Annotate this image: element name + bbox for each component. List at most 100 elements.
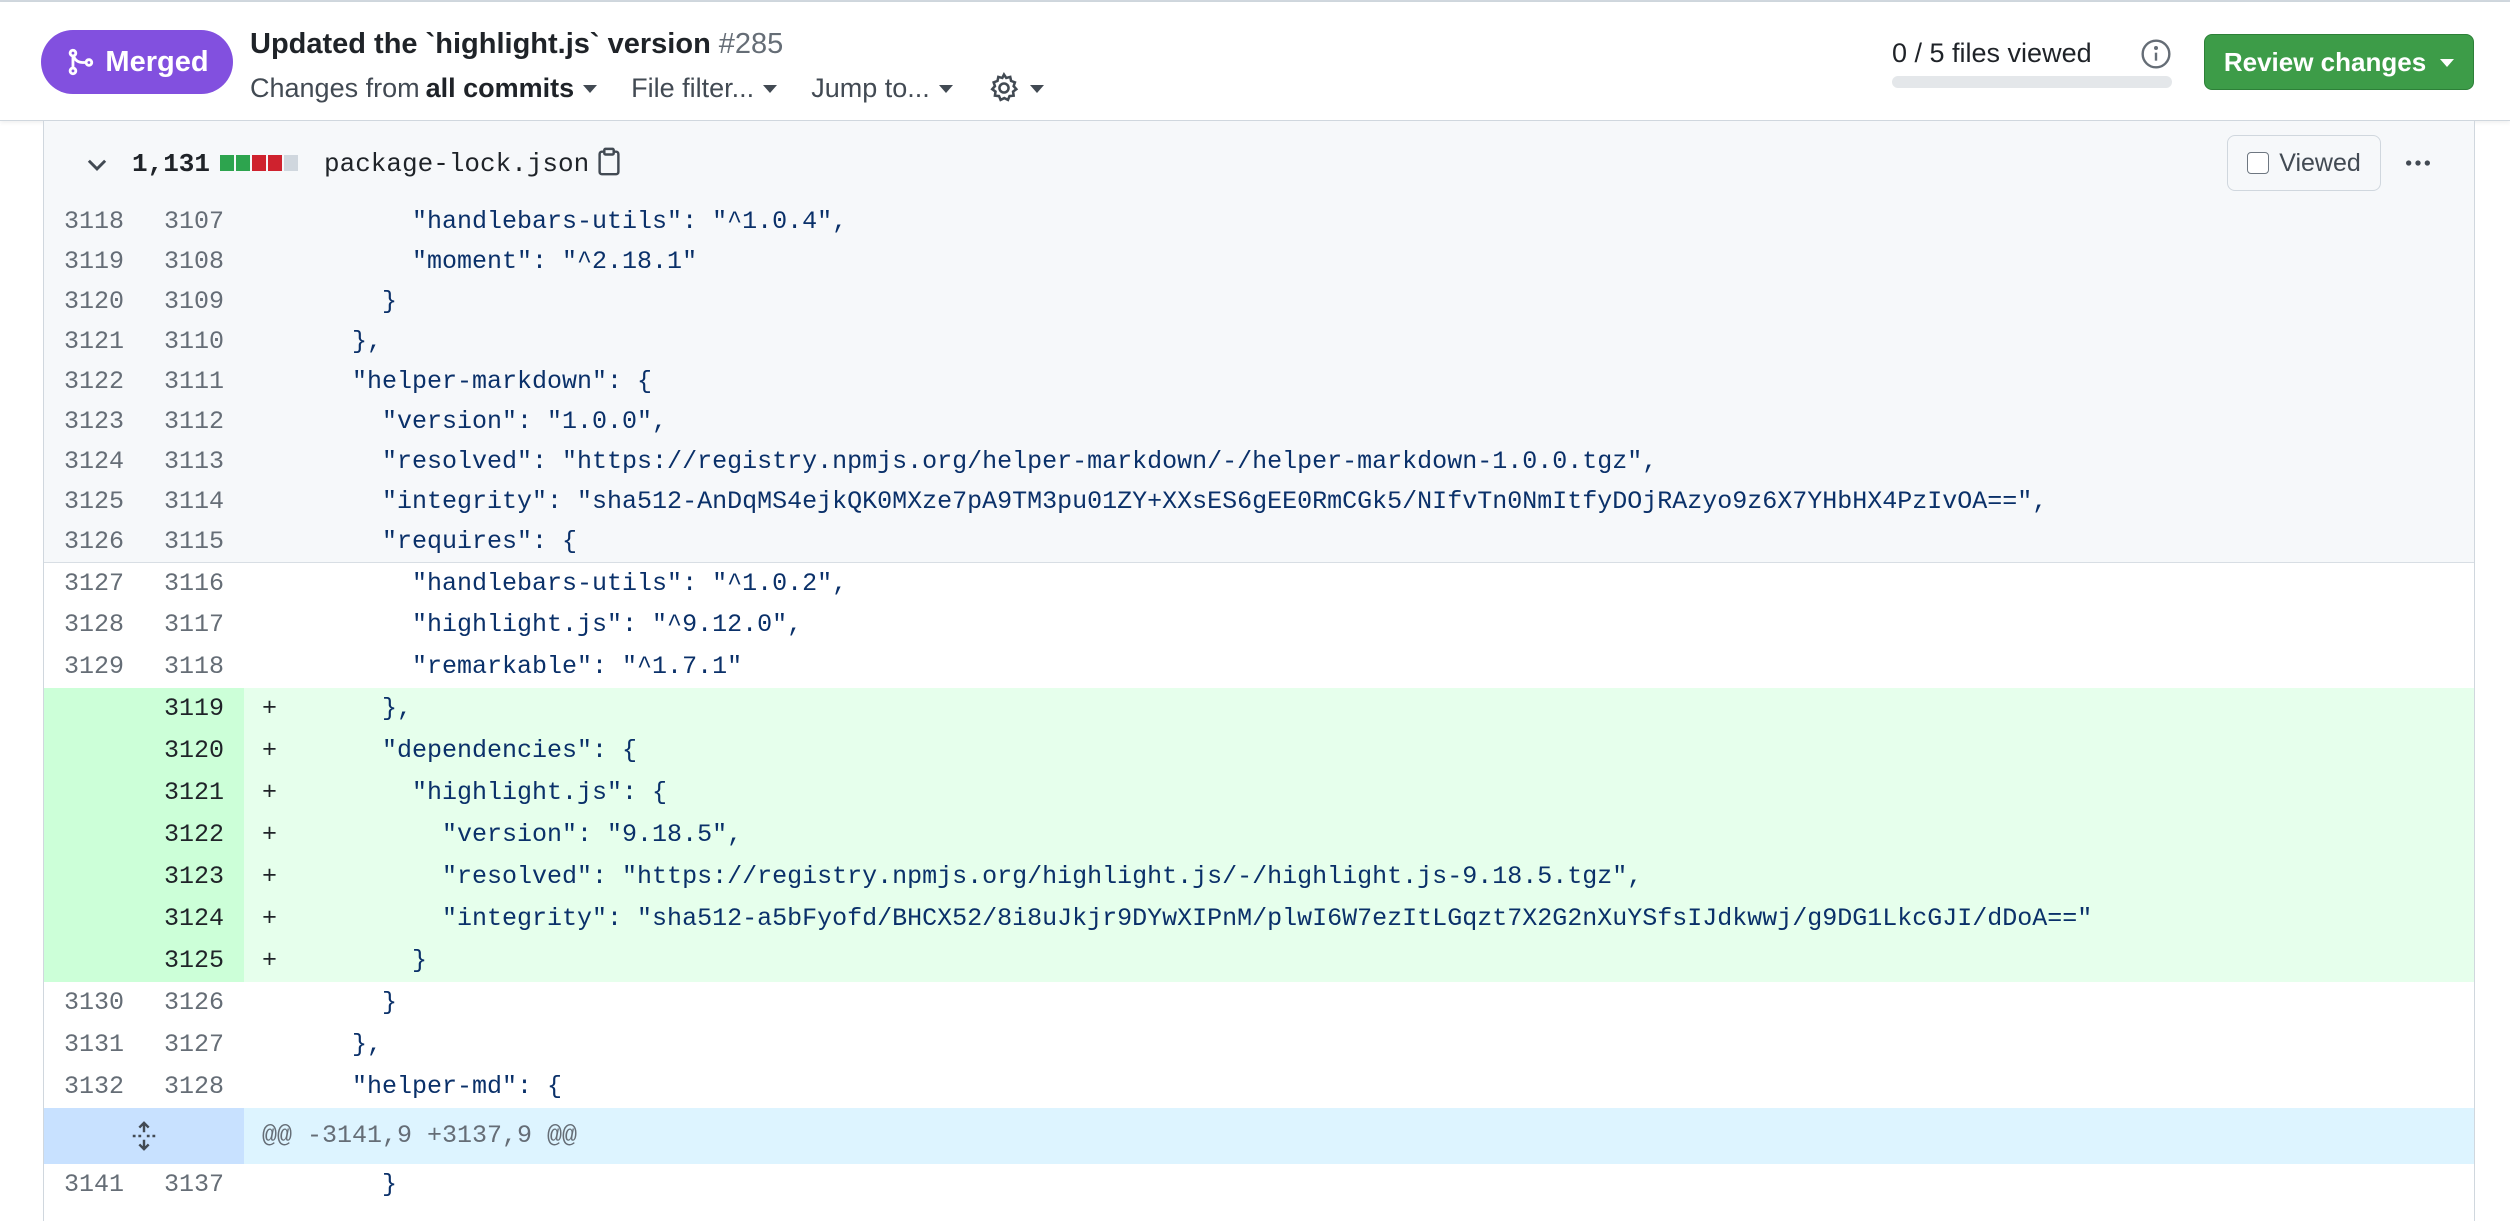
new-line-number[interactable]: 3114 xyxy=(144,482,244,522)
diff-added-line: 3121 + "highlight.js": { xyxy=(44,772,2474,814)
code-line: } xyxy=(244,1164,2474,1206)
old-line-number[interactable]: 3120 xyxy=(44,282,144,322)
diff-toolbar: Changes from all commits File filter... … xyxy=(250,68,1078,108)
files-viewed-progress xyxy=(1892,76,2172,88)
new-line-number[interactable]: 3122 xyxy=(144,814,244,856)
new-line-number[interactable]: 3115 xyxy=(144,522,244,562)
old-line-number[interactable]: 3121 xyxy=(44,322,144,362)
diffstat xyxy=(220,155,298,171)
old-line-number[interactable]: 3125 xyxy=(44,482,144,522)
old-line-number[interactable]: 3132 xyxy=(44,1066,144,1108)
viewed-checkbox[interactable] xyxy=(2247,152,2270,174)
expand-hunk-button[interactable] xyxy=(44,1108,244,1164)
new-line-number[interactable]: 3118 xyxy=(144,646,244,688)
changes-from-label: Changes from xyxy=(250,72,420,103)
new-line-number[interactable]: 3108 xyxy=(144,242,244,282)
new-line-number[interactable]: 3116 xyxy=(144,563,244,605)
code-line: + "integrity": "sha512-a5bFyofd/BHCX52/8… xyxy=(244,898,2474,940)
new-line-number[interactable]: 3126 xyxy=(144,982,244,1024)
kebab-horizontal-icon[interactable] xyxy=(2400,147,2436,179)
diff-sign: + xyxy=(262,820,278,849)
old-line-number[interactable]: 3118 xyxy=(44,202,144,242)
old-line-number[interactable]: 3128 xyxy=(44,604,144,646)
new-line-number[interactable]: 3128 xyxy=(144,1066,244,1108)
new-line-number[interactable]: 3119 xyxy=(144,688,244,730)
pr-title: Updated the `highlight.js` version #285 xyxy=(250,28,783,61)
new-line-number[interactable]: 3137 xyxy=(144,1164,244,1206)
new-line-number[interactable]: 3120 xyxy=(144,730,244,772)
new-line-number[interactable]: 3125 xyxy=(144,940,244,982)
diff-context-line: 3126 3115 "requires": { xyxy=(44,522,2474,562)
new-line-number[interactable]: 3117 xyxy=(144,604,244,646)
code-line: "helper-md": { xyxy=(244,1066,2474,1108)
new-line-number[interactable]: 3110 xyxy=(144,322,244,362)
diff-context-line: 3141 3137 } xyxy=(44,1164,2474,1206)
code-text: "moment": "^2.18.1" xyxy=(292,247,698,276)
new-line-number[interactable]: 3121 xyxy=(144,772,244,814)
code-text: } xyxy=(292,988,398,1017)
new-line-number[interactable]: 3112 xyxy=(144,402,244,442)
jump-to-dropdown[interactable]: Jump to... xyxy=(811,73,953,104)
gear-icon xyxy=(990,72,1018,102)
old-line-number[interactable]: 3130 xyxy=(44,982,144,1024)
diff-context-line: 3118 3107 "handlebars-utils": "^1.0.4", xyxy=(44,202,2474,242)
old-line-number[interactable]: 3127 xyxy=(44,563,144,605)
info-icon[interactable] xyxy=(2140,38,2172,70)
diff-added-line: 3125 + } xyxy=(44,940,2474,982)
code-line: "handlebars-utils": "^1.0.4", xyxy=(244,202,2474,242)
pr-number: #285 xyxy=(718,28,784,60)
new-line-number[interactable]: 3107 xyxy=(144,202,244,242)
diff-settings-button[interactable] xyxy=(987,71,1044,105)
code-text: "version": "1.0.0", xyxy=(292,407,668,436)
file-filter-label: File filter... xyxy=(631,72,755,103)
old-line-number[interactable]: 3122 xyxy=(44,362,144,402)
new-line-number[interactable]: 3109 xyxy=(144,282,244,322)
caret-down-icon xyxy=(938,85,953,93)
copy-icon[interactable] xyxy=(594,147,624,177)
old-line-number[interactable] xyxy=(44,940,144,982)
new-line-number[interactable]: 3113 xyxy=(144,442,244,482)
code-line: + "version": "9.18.5", xyxy=(244,814,2474,856)
old-line-number[interactable] xyxy=(44,898,144,940)
old-line-number[interactable]: 3126 xyxy=(44,522,144,562)
new-line-number[interactable]: 3124 xyxy=(144,898,244,940)
code-text: "integrity": "sha512-AnDqMS4ejkQK0MXze7p… xyxy=(292,487,2048,516)
old-line-number[interactable]: 3124 xyxy=(44,442,144,482)
viewed-toggle[interactable]: Viewed xyxy=(2227,135,2381,191)
code-text: "remarkable": "^1.7.1" xyxy=(292,652,743,681)
old-line-number[interactable] xyxy=(44,856,144,898)
old-line-number[interactable]: 3129 xyxy=(44,646,144,688)
old-line-number[interactable]: 3123 xyxy=(44,402,144,442)
old-line-number[interactable]: 3141 xyxy=(44,1164,144,1206)
file-filter-dropdown[interactable]: File filter... xyxy=(631,72,778,104)
files-viewed-text: 0 / 5 files viewed xyxy=(1892,38,2092,68)
changes-from-dropdown[interactable]: Changes from all commits xyxy=(250,72,598,104)
diff-context-line: 3129 3118 "remarkable": "^1.7.1" xyxy=(44,646,2474,688)
diff-context-line: 3127 3116 "handlebars-utils": "^1.0.2", xyxy=(44,562,2474,605)
code-line: "version": "1.0.0", xyxy=(244,402,2474,442)
code-line: + }, xyxy=(244,688,2474,730)
old-line-number[interactable] xyxy=(44,814,144,856)
caret-down-icon xyxy=(2440,59,2455,67)
new-line-number[interactable]: 3111 xyxy=(144,362,244,402)
file-name-link[interactable]: package-lock.json xyxy=(324,149,589,179)
review-changes-button[interactable]: Review changes xyxy=(2204,34,2474,90)
old-line-number[interactable]: 3131 xyxy=(44,1024,144,1066)
file-header: 1,131 package-lock.json Viewed xyxy=(44,121,2474,206)
old-line-number[interactable] xyxy=(44,772,144,814)
code-text: "helper-md": { xyxy=(292,1072,563,1101)
old-line-number[interactable] xyxy=(44,688,144,730)
old-line-number[interactable] xyxy=(44,730,144,772)
new-line-number[interactable]: 3123 xyxy=(144,856,244,898)
code-line: } xyxy=(244,982,2474,1024)
new-line-number[interactable]: 3127 xyxy=(144,1024,244,1066)
diff-context-line: 3131 3127 }, xyxy=(44,1024,2474,1066)
jump-to-label: Jump to... xyxy=(811,72,930,103)
code-text: "version": "9.18.5", xyxy=(292,820,743,849)
code-text: "resolved": "https://registry.npmjs.org/… xyxy=(292,447,1658,476)
diff-added-line: 3123 + "resolved": "https://registry.npmj… xyxy=(44,856,2474,898)
old-line-number[interactable]: 3119 xyxy=(44,242,144,282)
merged-label: Merged xyxy=(105,45,209,78)
chevron-down-icon[interactable] xyxy=(84,151,110,177)
diff-sign: + xyxy=(262,946,278,975)
